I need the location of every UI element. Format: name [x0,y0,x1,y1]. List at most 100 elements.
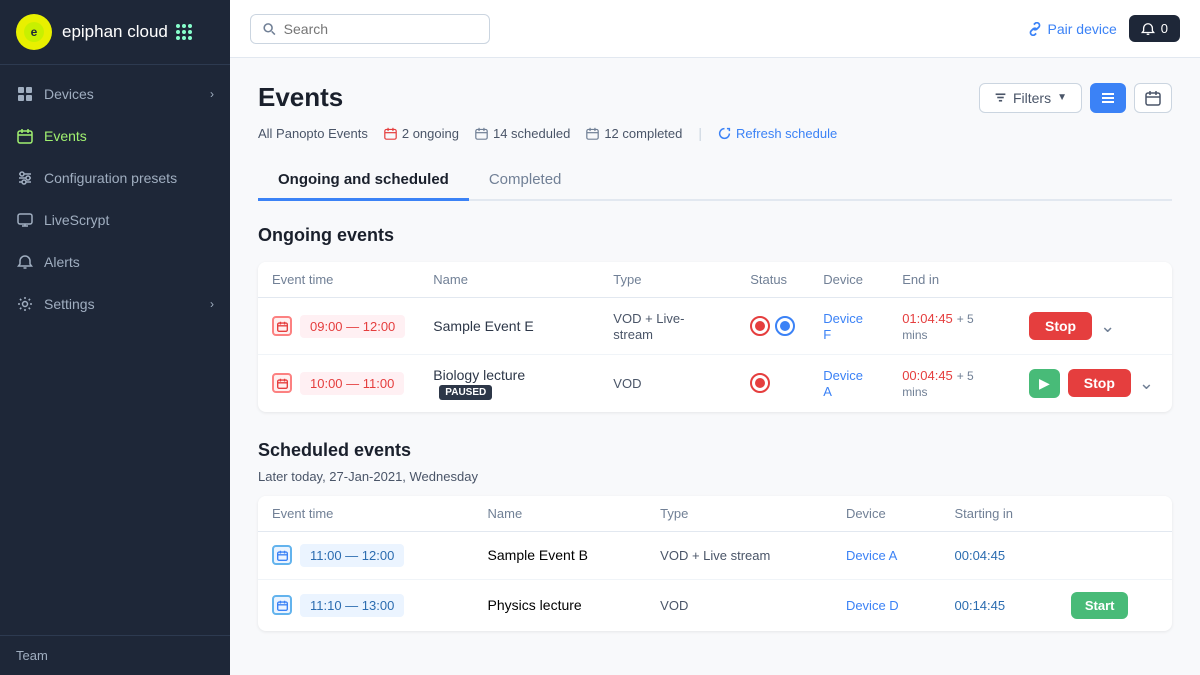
event-time-cell: 10:00 — 11:00 [258,355,419,412]
sidebar-item-settings[interactable]: Settings › [0,283,230,325]
table-row: 09:00 — 12:00 Sample Event E VOD + Live-… [258,298,1172,355]
event-type-cell-2: VOD [599,355,736,412]
date-label: Later today, 27-Jan-2021, Wednesday [258,469,1172,484]
calendar-icon [16,127,34,145]
sidebar-devices-label: Devices [44,86,200,102]
expand-button[interactable]: ⌄ [1096,314,1119,339]
event-device-cell: Device F [809,298,888,355]
content-area: Events Filters ▼ All Panopto Events [230,58,1200,675]
sched-device-link[interactable]: Device A [846,548,897,563]
sidebar-logo: e epiphan cloud [0,0,230,65]
event-actions-cell-2: ▶ Stop ⌄ [1015,355,1172,412]
meta-divider: | [698,125,702,141]
sidebar-config-label: Configuration presets [44,170,214,186]
list-view-button[interactable] [1090,83,1126,113]
calendar-blue-icon [272,545,292,565]
sidebar-item-devices[interactable]: Devices › [0,73,230,115]
link-icon [1028,22,1042,36]
sidebar-footer: Team [0,635,230,675]
calendar-red-icon-2 [272,373,292,393]
table-row: 11:00 — 12:00 Sample Event B VOD + Live … [258,532,1172,580]
logo-text: epiphan cloud [62,22,192,42]
col-sched-type: Type [646,496,832,532]
col-actions [1015,262,1172,298]
event-endin-cell: 01:04:45 + 5 mins [888,298,1015,355]
col-sched-starting: Starting in [941,496,1057,532]
sidebar: e epiphan cloud Devices › Events [0,0,230,675]
col-end-in: End in [888,262,1015,298]
completed-icon [586,127,599,140]
recording-icon-2 [750,373,770,393]
pair-device-button[interactable]: Pair device [1028,21,1117,37]
scheduled-section-title: Scheduled events [258,440,1172,461]
refresh-schedule-button[interactable]: Refresh schedule [718,126,837,141]
bell-notif-icon [1141,22,1155,36]
col-name: Name [419,262,599,298]
event-tabs: Ongoing and scheduled Completed [258,161,1172,201]
sched-name-cell: Sample Event B [474,532,647,580]
tab-ongoing[interactable]: Ongoing and scheduled [258,161,469,201]
start-button[interactable]: Start [1071,592,1129,619]
calendar-blue-icon-2 [272,595,292,615]
sched-actions-cell-2: Start [1057,580,1172,631]
search-box[interactable] [250,14,490,44]
sidebar-settings-label: Settings [44,296,200,312]
stop-button[interactable]: Stop [1029,312,1092,340]
calendar-view-button[interactable] [1134,83,1172,113]
sliders-icon [16,169,34,187]
notification-button[interactable]: 0 [1129,15,1180,42]
event-type-cell: VOD + Live-stream [599,298,736,355]
device-link[interactable]: Device F [823,311,863,342]
recording-icon [750,316,770,336]
calendar-view-icon [1145,90,1161,106]
expand-button-2[interactable]: ⌄ [1135,371,1158,396]
refresh-icon [718,127,731,140]
search-icon [263,22,276,36]
sidebar-item-livescrypt[interactable]: LiveScrypt [0,199,230,241]
scheduled-count: 14 scheduled [475,126,570,141]
filter-button[interactable]: Filters ▼ [979,83,1082,113]
col-sched-name: Name [474,496,647,532]
col-status: Status [736,262,809,298]
list-icon [1100,90,1116,106]
time-range-2: 10:00 — 11:00 [300,372,404,395]
sched-name-cell-2: Physics lecture [474,580,647,631]
col-type: Type [599,262,736,298]
sidebar-livescrypt-label: LiveScrypt [44,212,214,228]
event-name-cell-2: Biology lecture PAUSED [419,355,599,412]
sched-starting-cell: 00:04:45 [941,532,1057,580]
col-event-time: Event time [258,262,419,298]
scheduled-icon [475,127,488,140]
sched-device-cell-2: Device D [832,580,941,631]
filter-icon [994,91,1007,104]
sidebar-alerts-label: Alerts [44,254,214,270]
col-sched-time: Event time [258,496,474,532]
chevron-right-icon: › [210,87,214,101]
search-input[interactable] [284,21,477,37]
tab-completed[interactable]: Completed [469,161,582,201]
bell-icon [16,253,34,271]
sched-device-link-2[interactable]: Device D [846,598,899,613]
sidebar-item-configuration[interactable]: Configuration presets [0,157,230,199]
filter-chevron-icon: ▼ [1057,92,1067,103]
completed-count: 12 completed [586,126,682,141]
sched-actions-cell [1057,532,1172,580]
sched-starting-cell-2: 00:14:45 [941,580,1057,631]
play-button[interactable]: ▶ [1029,369,1060,398]
event-status-cell [736,298,809,355]
grid-icon [16,85,34,103]
event-status-cell-2 [736,355,809,412]
live-icon [775,316,795,336]
all-events-label: All Panopto Events [258,126,368,141]
logo-icon: e [16,14,52,50]
stop-button-2[interactable]: Stop [1068,369,1131,397]
col-sched-actions [1057,496,1172,532]
sidebar-events-label: Events [44,128,214,144]
sidebar-item-events[interactable]: Events [0,115,230,157]
ongoing-icon [384,127,397,140]
sidebar-item-alerts[interactable]: Alerts [0,241,230,283]
sched-time-range: 11:00 — 12:00 [300,544,404,567]
sidebar-nav: Devices › Events Configuration presets L… [0,65,230,635]
sched-time-range-2: 11:10 — 13:00 [300,594,404,617]
device-link-2[interactable]: Device A [823,368,863,399]
